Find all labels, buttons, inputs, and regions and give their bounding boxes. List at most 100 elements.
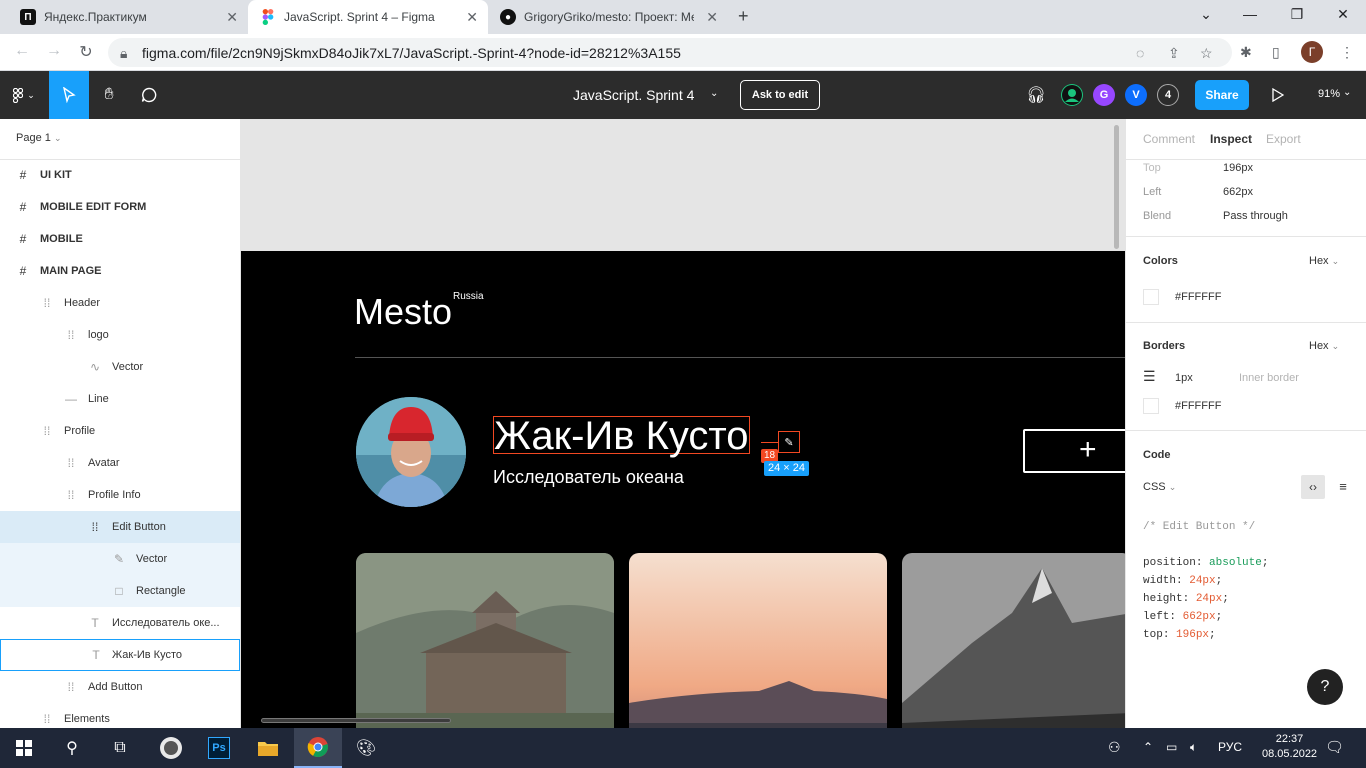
color-value[interactable]: #FFFFFF: [1175, 291, 1221, 303]
side-panel-icon[interactable]: ▯: [1272, 44, 1280, 61]
prop-value[interactable]: 662px: [1223, 186, 1253, 198]
code-line[interactable]: height: 24px;: [1143, 590, 1229, 608]
list-view-icon[interactable]: ≡: [1331, 475, 1355, 499]
code-view-icon[interactable]: ‹›: [1301, 475, 1325, 499]
volume-icon[interactable]: 🔈︎: [1190, 740, 1197, 755]
notifications-icon[interactable]: 🗨︎: [1325, 738, 1344, 756]
people-icon[interactable]: ⚇: [1108, 739, 1121, 756]
profile-avatar-image[interactable]: [356, 397, 466, 507]
code-line[interactable]: position: absolute;: [1143, 554, 1268, 572]
back-icon[interactable]: ←: [12, 42, 32, 60]
collaborator-avatar[interactable]: [1061, 84, 1083, 106]
help-button[interactable]: ?: [1307, 669, 1343, 705]
photoshop-icon[interactable]: Ps: [195, 728, 243, 768]
code-line[interactable]: width: 24px;: [1143, 572, 1222, 590]
close-window-button[interactable]: ✕: [1333, 6, 1353, 23]
address-bar[interactable]: 🔒︎ figma.com/file/2cn9N9jSkmxD84oJik7xL7…: [108, 38, 1232, 67]
mesto-logo[interactable]: Mesto: [354, 291, 452, 333]
layer-row[interactable]: ✎ Vector: [0, 543, 240, 575]
profile-name[interactable]: Жак-Ив Кусто: [493, 416, 750, 456]
zoom-level[interactable]: 91%: [1318, 88, 1340, 100]
browser-tab-github[interactable]: ● GrigoryGriko/mesto: Проект: Ме ✕: [488, 0, 728, 34]
language-indicator[interactable]: РУС: [1218, 740, 1242, 754]
layer-row-hover[interactable]: T Жак-Ив Кусто: [0, 639, 240, 671]
horizontal-scrollbar[interactable]: [261, 718, 451, 723]
chevron-up-icon[interactable]: ⌃: [1143, 740, 1153, 754]
menu-icon[interactable]: ⋮: [1340, 44, 1354, 61]
present-icon[interactable]: [1266, 71, 1290, 119]
layer-row[interactable]: □ Rectangle: [0, 575, 240, 607]
layer-row[interactable]: ⁞⁞ Avatar: [0, 447, 240, 479]
layer-row[interactable]: ⁞⁞ Elements: [0, 703, 240, 728]
ask-to-edit-button[interactable]: Ask to edit: [740, 80, 820, 110]
task-view-icon[interactable]: ⧉: [96, 728, 144, 768]
layer-row[interactable]: ⁞⁞ Profile Info: [0, 479, 240, 511]
move-tool-icon[interactable]: [49, 71, 89, 119]
layer-row[interactable]: T Исследователь оке...: [0, 607, 240, 639]
border-color-swatch[interactable]: [1143, 398, 1159, 414]
layer-row[interactable]: ⁞⁞ Profile: [0, 415, 240, 447]
yandex-browser-icon[interactable]: [147, 728, 195, 768]
border-width[interactable]: 1px: [1175, 372, 1193, 384]
file-title[interactable]: JavaScript. Sprint 4: [573, 87, 694, 103]
collaborator-avatar[interactable]: V: [1125, 84, 1147, 106]
figma-menu-icon[interactable]: ⌄: [4, 71, 44, 119]
layer-row[interactable]: ⁞⁞ logo: [0, 319, 240, 351]
file-explorer-icon[interactable]: [244, 728, 292, 768]
prop-value[interactable]: Pass through: [1223, 210, 1288, 222]
prop-value[interactable]: 196px: [1223, 162, 1253, 174]
main-page-frame[interactable]: Mesto Russia Жак-Ив Кусто ✎ 18 24 × 24 И…: [241, 251, 1125, 728]
share-button[interactable]: Share: [1195, 80, 1249, 110]
edit-button[interactable]: ✎: [778, 431, 800, 453]
layer-row[interactable]: ∿ Vector: [0, 351, 240, 383]
clock[interactable]: 22:37 08.05.2022: [1262, 732, 1317, 762]
add-button[interactable]: +: [1023, 429, 1125, 473]
code-line[interactable]: left: 662px;: [1143, 608, 1222, 626]
tab-inspect[interactable]: Inspect: [1210, 132, 1252, 146]
reload-icon[interactable]: ↻: [76, 42, 96, 62]
layer-row-selected[interactable]: ⁞⁞ Edit Button: [0, 511, 240, 543]
tab-export[interactable]: Export: [1266, 132, 1301, 146]
profile-about[interactable]: Исследователь океана: [493, 467, 684, 488]
border-color-value[interactable]: #FFFFFF: [1175, 400, 1221, 412]
layer-row[interactable]: # MOBILE EDIT FORM: [0, 191, 240, 223]
layer-row[interactable]: ⁞⁞ Add Button: [0, 671, 240, 703]
layer-row[interactable]: # UI KIT: [0, 159, 240, 191]
place-card-image[interactable]: [902, 553, 1125, 728]
headphones-icon[interactable]: 🎧︎: [1024, 71, 1048, 119]
collaborator-avatar[interactable]: G: [1093, 84, 1115, 106]
hand-tool-icon[interactable]: ✋︎: [89, 71, 129, 119]
profile-avatar[interactable]: Г: [1301, 41, 1323, 63]
page-selector[interactable]: Page 1 ⌄: [16, 132, 61, 144]
code-line[interactable]: top: 196px;: [1143, 626, 1216, 644]
share-icon[interactable]: ⇪: [1168, 45, 1180, 62]
collaborator-count[interactable]: 4: [1157, 84, 1179, 106]
chrome-icon[interactable]: [294, 728, 342, 768]
tab-comment[interactable]: Comment: [1143, 132, 1195, 146]
color-swatch[interactable]: [1143, 289, 1159, 305]
layer-row[interactable]: — Line: [0, 383, 240, 415]
layer-row[interactable]: # MAIN PAGE: [0, 255, 240, 287]
close-icon[interactable]: ✕: [706, 9, 718, 26]
vertical-scrollbar[interactable]: [1114, 125, 1119, 249]
lock-icon[interactable]: 🔒︎: [120, 45, 127, 62]
forward-icon[interactable]: →: [44, 42, 64, 60]
design-canvas[interactable]: Mesto Russia Жак-Ив Кусто ✎ 18 24 × 24 И…: [241, 119, 1125, 728]
paint-icon[interactable]: 🎨︎: [342, 728, 390, 768]
extensions-icon[interactable]: ✱: [1240, 44, 1252, 61]
search-icon[interactable]: ⚲: [48, 728, 96, 768]
borders-format-select[interactable]: Hex ⌄: [1309, 340, 1339, 352]
bookmark-star-icon[interactable]: ☆: [1200, 45, 1213, 62]
minimize-button[interactable]: —: [1240, 6, 1260, 22]
windows-start-icon[interactable]: [0, 728, 48, 768]
comment-tool-icon[interactable]: [129, 71, 169, 119]
restore-button[interactable]: ❐: [1287, 6, 1307, 23]
tab-search-icon[interactable]: ⌄: [1196, 6, 1216, 23]
header-line[interactable]: [355, 357, 1125, 358]
layer-row[interactable]: ⁞⁞ Header: [0, 287, 240, 319]
browser-tab-praktikum[interactable]: П Яндекс.Практикум ✕: [8, 0, 248, 34]
close-icon[interactable]: ✕: [466, 9, 478, 26]
code-language-select[interactable]: CSS ⌄: [1143, 481, 1176, 493]
layer-row[interactable]: # MOBILE: [0, 223, 240, 255]
close-icon[interactable]: ✕: [226, 9, 238, 26]
